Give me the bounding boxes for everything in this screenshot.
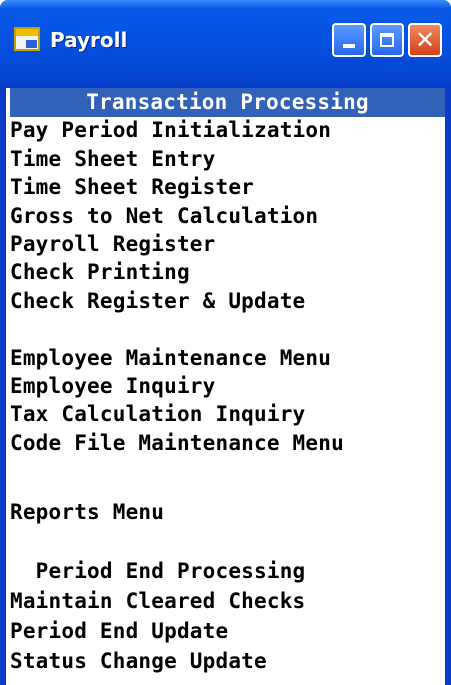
menu-item-code-file-maintenance-menu[interactable]: Code File Maintenance Menu [10, 429, 445, 458]
menu-item-period-end-update[interactable]: Period End Update [10, 617, 445, 646]
menu-item-check-register-update[interactable]: Check Register & Update [10, 287, 445, 316]
maximize-button[interactable] [370, 23, 404, 57]
menu-item-gross-to-net-calculation[interactable]: Gross to Net Calculation [10, 202, 445, 231]
payroll-window: Payroll ✕ Transaction Processing Pay Per… [0, 0, 451, 685]
menu-item-transaction-processing[interactable]: Transaction Processing [10, 88, 445, 117]
menu-item-reports-menu[interactable]: Reports Menu [10, 498, 445, 527]
window-frame-right [445, 88, 451, 685]
window-title: Payroll [50, 28, 128, 52]
menu-item-time-sheet-entry[interactable]: Time Sheet Entry [10, 145, 445, 174]
close-icon: ✕ [414, 26, 436, 54]
app-icon [14, 27, 40, 51]
menu-panel: Transaction Processing Pay Period Initia… [6, 88, 445, 685]
maximize-icon [380, 33, 394, 47]
menu-item-status-change-update[interactable]: Status Change Update [10, 647, 445, 676]
close-button[interactable]: ✕ [408, 23, 442, 57]
menu-spacer [10, 315, 445, 344]
title-bar[interactable]: Payroll ✕ [0, 0, 451, 88]
minimize-icon [343, 44, 355, 48]
menu-item-maintain-cleared-checks[interactable]: Maintain Cleared Checks [10, 587, 445, 616]
menu-item-employee-inquiry[interactable]: Employee Inquiry [10, 372, 445, 401]
menu-item-employee-maintenance-menu[interactable]: Employee Maintenance Menu [10, 344, 445, 373]
menu-item-time-sheet-register[interactable]: Time Sheet Register [10, 173, 445, 202]
menu-item-check-printing[interactable]: Check Printing [10, 258, 445, 287]
menu-item-period-end-processing[interactable]: Period End Processing [10, 557, 445, 586]
menu-list: Transaction Processing Pay Period Initia… [10, 88, 445, 685]
minimize-button[interactable] [332, 23, 366, 57]
menu-item-tax-calculation-inquiry[interactable]: Tax Calculation Inquiry [10, 400, 445, 429]
menu-spacer [10, 457, 445, 486]
menu-spacer [10, 528, 445, 557]
menu-item-payroll-register[interactable]: Payroll Register [10, 230, 445, 259]
menu-item-pay-period-initialization[interactable]: Pay Period Initialization [10, 116, 445, 145]
